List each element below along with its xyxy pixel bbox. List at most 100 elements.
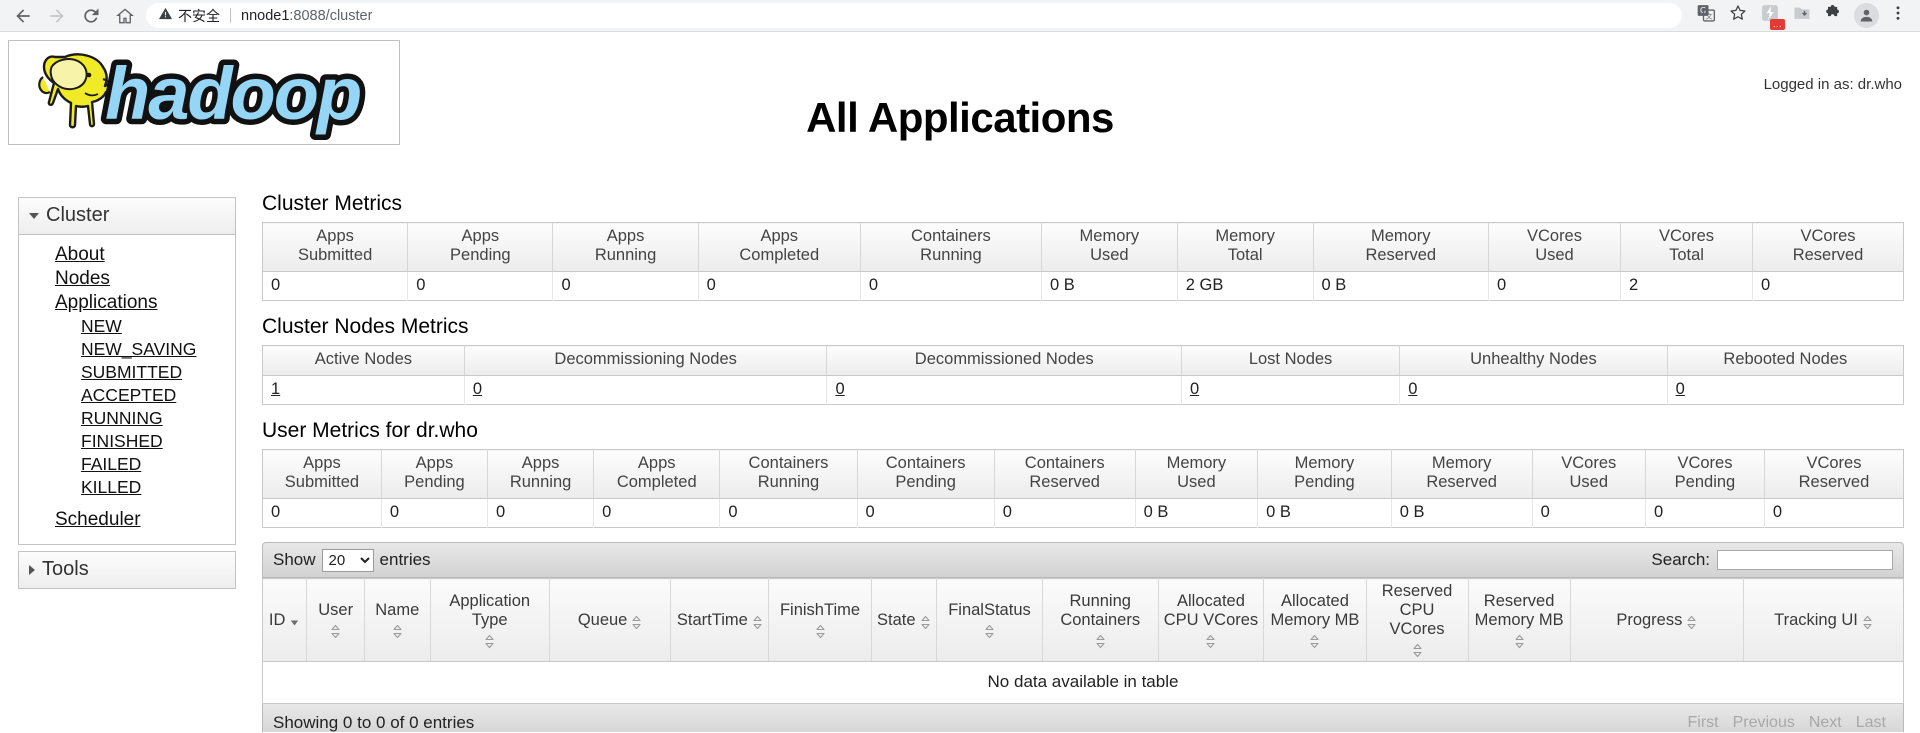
- sidebar-item-new-saving[interactable]: NEW_SAVING: [19, 338, 235, 361]
- sort-both-icon: [1205, 634, 1216, 649]
- bookmark-button[interactable]: [1722, 0, 1754, 32]
- col-line2: Used: [1177, 473, 1216, 491]
- profile-button[interactable]: [1850, 0, 1882, 32]
- sidebar-item-new[interactable]: NEW: [19, 315, 235, 338]
- address-bar[interactable]: 不安全 nnode1:8088/cluster: [146, 3, 1682, 28]
- col-reserved-memory-mb[interactable]: Reserved Memory MB: [1468, 578, 1571, 662]
- col-tracking-ui[interactable]: Tracking UI: [1743, 578, 1904, 662]
- cell-user-apps-submitted: 0: [262, 498, 382, 528]
- sidebar-cluster-header[interactable]: Cluster: [19, 198, 235, 235]
- col-user-apps-pending: Apps Pending: [381, 449, 489, 499]
- column-header-inner: StartTime: [675, 611, 764, 630]
- sort-both-icon: [1309, 634, 1320, 649]
- home-icon: [115, 6, 135, 26]
- sidebar-item-accepted[interactable]: ACCEPTED: [19, 384, 235, 407]
- applications-datatable: Show 20406080100 entries Search: IDU: [262, 542, 1904, 732]
- col-finalstatus[interactable]: FinalStatus: [936, 578, 1043, 662]
- sidebar-item-about[interactable]: About: [19, 243, 235, 267]
- pagination-previous[interactable]: Previous: [1726, 711, 1802, 733]
- col-line2: Reserved: [1365, 246, 1437, 264]
- column-header-label: State: [877, 610, 916, 629]
- pagination-first[interactable]: First: [1680, 711, 1725, 733]
- col-application-type[interactable]: Application Type: [430, 578, 550, 662]
- col-name[interactable]: Name: [364, 578, 431, 662]
- back-button[interactable]: [6, 0, 40, 32]
- column-header-inner: Reserved CPU VCores: [1371, 582, 1464, 658]
- col-memory-used: Memory Used: [1041, 222, 1178, 272]
- col-progress[interactable]: Progress: [1570, 578, 1745, 662]
- sidebar-item-submitted[interactable]: SUBMITTED: [19, 361, 235, 384]
- search-input[interactable]: [1717, 550, 1893, 570]
- unhealthy-nodes-link[interactable]: 0: [1408, 380, 1417, 398]
- sidebar-tools-header[interactable]: Tools: [18, 551, 236, 589]
- active-nodes-link[interactable]: 1: [271, 380, 280, 398]
- search-label: Search:: [1651, 550, 1710, 569]
- user-metrics-title: User Metrics for dr.who: [262, 419, 478, 442]
- col-decommissioning-nodes: Decommissioning Nodes: [464, 345, 828, 376]
- sidebar-item-failed[interactable]: FAILED: [19, 453, 235, 476]
- security-indicator[interactable]: 不安全: [158, 6, 220, 26]
- cell-user-vcores-reserved: 0: [1764, 498, 1904, 528]
- toolbar-actions: G 文 ...: [1690, 0, 1914, 32]
- chrome-menu-button[interactable]: [1882, 0, 1914, 32]
- url-text[interactable]: nnode1:8088/cluster: [241, 8, 372, 24]
- cell-user-memory-reserved: 0 B: [1391, 498, 1533, 528]
- col-line1: Apps: [637, 454, 676, 472]
- col-line2: Pending: [1294, 473, 1355, 491]
- column-header-inner: FinalStatus: [941, 601, 1038, 639]
- col-allocated-memory-mb[interactable]: Allocated Memory MB: [1263, 578, 1367, 662]
- cell-unhealthy-nodes: 0: [1399, 375, 1668, 405]
- col-queue[interactable]: Queue: [549, 578, 672, 662]
- col-line2: Reserved: [1426, 473, 1497, 491]
- col-line1: Apps: [303, 454, 341, 472]
- rebooted-nodes-link[interactable]: 0: [1676, 380, 1685, 398]
- decommissioning-nodes-link[interactable]: 0: [473, 380, 482, 398]
- sidebar-cluster-panel: Cluster About Nodes Applications NEW NEW…: [18, 197, 236, 545]
- translate-button[interactable]: G 文: [1690, 0, 1722, 32]
- col-reserved-cpu-vcores[interactable]: Reserved CPU VCores: [1366, 578, 1469, 662]
- sidebar-item-running[interactable]: RUNNING: [19, 407, 235, 430]
- col-state[interactable]: State: [871, 578, 938, 662]
- forward-button[interactable]: [40, 0, 74, 32]
- sort-both-icon: [484, 634, 495, 649]
- col-finishtime[interactable]: FinishTime: [768, 578, 872, 662]
- decommissioned-nodes-link[interactable]: 0: [835, 380, 844, 398]
- lost-nodes-link[interactable]: 0: [1190, 380, 1199, 398]
- col-starttime[interactable]: StartTime: [670, 578, 770, 662]
- extension-app-button[interactable]: ...: [1754, 0, 1786, 32]
- reload-button[interactable]: [74, 0, 108, 32]
- column-header-label: Name: [375, 601, 420, 619]
- sort-both-icon: [392, 624, 403, 639]
- col-running-containers[interactable]: Running Containers: [1042, 578, 1159, 662]
- col-line1: Apps: [415, 454, 454, 472]
- col-line1: Apps: [461, 227, 500, 245]
- col-decommissioned-nodes: Decommissioned Nodes: [826, 345, 1182, 376]
- pagination-last[interactable]: Last: [1849, 711, 1893, 733]
- cell-memory-used: 0 B: [1041, 271, 1178, 301]
- column-header-label: Progress: [1616, 610, 1683, 629]
- cell-user-vcores-used: 0: [1532, 498, 1647, 528]
- cell-user-containers-reserved: 0: [994, 498, 1136, 528]
- sidebar-item-killed[interactable]: KILLED: [19, 476, 235, 499]
- col-user[interactable]: User: [306, 578, 366, 662]
- empty-row: No data available in table: [262, 661, 1904, 704]
- col-line1: Memory: [1370, 227, 1431, 245]
- pagination-next[interactable]: Next: [1802, 711, 1849, 733]
- sidebar-item-scheduler[interactable]: Scheduler: [19, 508, 235, 532]
- page-length-select[interactable]: 20406080100: [321, 548, 374, 572]
- home-button[interactable]: [108, 0, 142, 32]
- sidebar-item-applications[interactable]: Applications: [19, 291, 235, 315]
- col-line2: Running: [509, 473, 572, 491]
- extensions-button[interactable]: [1818, 0, 1850, 32]
- column-header-label: Allocated Memory MB: [1270, 591, 1360, 629]
- col-allocated-cpu-vcores[interactable]: Allocated CPU VCores: [1158, 578, 1265, 662]
- sidebar-item-nodes[interactable]: Nodes: [19, 267, 235, 291]
- col-id[interactable]: ID: [262, 578, 308, 662]
- user-metrics-table: Apps Submitted Apps Pending Apps Running Ap…: [262, 449, 1904, 528]
- col-line2: Pending: [895, 473, 956, 491]
- sort-both-icon: [815, 624, 826, 639]
- sidebar-item-finished[interactable]: FINISHED: [19, 430, 235, 453]
- col-line2: Submitted: [284, 473, 360, 491]
- download-panel-button[interactable]: [1786, 0, 1818, 32]
